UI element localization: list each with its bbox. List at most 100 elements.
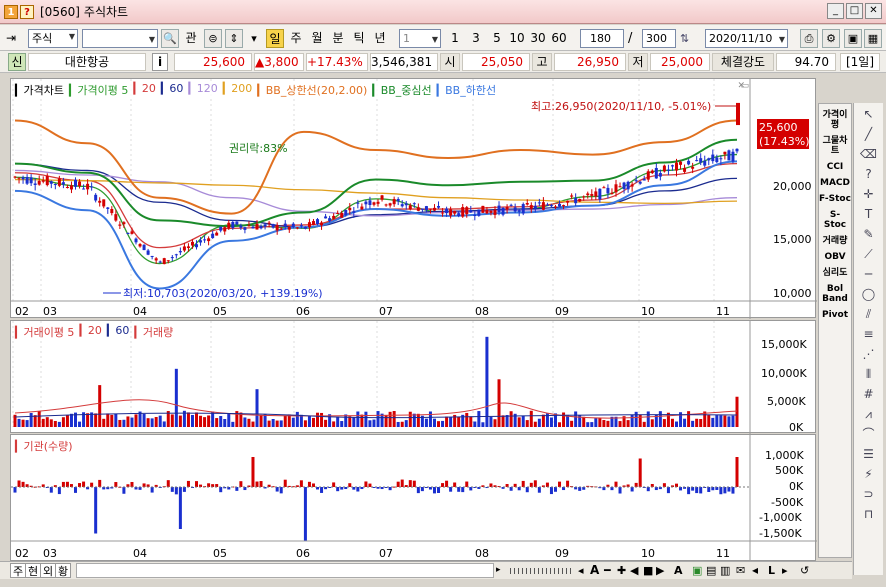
tab-foreign[interactable]: 외 — [40, 563, 57, 578]
tool-slow-stoch[interactable]: S-Stoc — [819, 210, 851, 230]
interval-60-button[interactable]: 60 — [550, 29, 568, 48]
interval-1-button[interactable]: 1 — [448, 29, 462, 48]
tool-grid-chart[interactable]: 그물차트 — [819, 136, 851, 156]
gann-fan-icon[interactable]: ⋰ — [858, 345, 880, 363]
fibonacci-icon[interactable]: ≡ — [858, 325, 880, 343]
legend-item[interactable]: ▎가격차트 — [15, 82, 64, 98]
legend-item[interactable]: ▎기관(수량) — [15, 440, 73, 453]
text-icon[interactable]: T — [858, 205, 880, 223]
zoom-in-icon[interactable]: ✚ — [617, 563, 626, 578]
legend-item[interactable]: ▎20 — [133, 82, 155, 98]
reset-icon[interactable]: ↺ — [800, 563, 809, 578]
eraser-icon[interactable]: ⌫ — [858, 145, 880, 163]
last-icon[interactable]: L — [768, 563, 775, 578]
date-select[interactable]: 2020/11/10 — [705, 29, 788, 48]
legend-item[interactable]: ▎60 — [107, 324, 129, 340]
minimize-button[interactable]: _ — [827, 3, 844, 19]
zoom-out-icon[interactable]: ━ — [604, 563, 611, 578]
period-tick-button[interactable]: 틱 — [351, 29, 367, 48]
period-month-button[interactable]: 월 — [309, 29, 325, 48]
stock-info-button[interactable]: i — [152, 53, 168, 71]
tab-current[interactable]: 현 — [25, 563, 42, 578]
line-icon[interactable]: ⟋ — [858, 245, 880, 263]
interval-5-button[interactable]: 5 — [490, 29, 504, 48]
auto-icon[interactable]: ⚡ — [858, 465, 880, 483]
window-number-badge[interactable]: 1 — [4, 4, 18, 19]
bars-icon[interactable]: ☰ — [858, 445, 880, 463]
interval-select[interactable]: 1 — [399, 29, 441, 48]
stop-icon[interactable]: ■ — [643, 563, 653, 578]
interval-10-button[interactable]: 10 — [508, 29, 526, 48]
prev-next-stepper[interactable]: ⇕ — [225, 29, 243, 48]
settings-icon[interactable]: ⚙ — [822, 29, 840, 48]
legend-item[interactable]: ▎BB_중심선 — [372, 82, 431, 98]
zoom-text-icon[interactable]: A — [590, 563, 599, 578]
first-page-icon[interactable]: ◂ — [752, 563, 758, 578]
prev-icon[interactable]: ◀ — [630, 563, 638, 578]
price-chart-svg[interactable]: 20,000 15,000 10,000 25,600 (17.43%) 최고:… — [11, 79, 817, 319]
legend-item[interactable]: ▎BB_상한선(20,2.00) — [257, 82, 367, 98]
help-icon[interactable]: ? — [858, 165, 880, 183]
close-button[interactable]: ✕ — [865, 3, 882, 19]
price-chart-panel[interactable]: 20,000 15,000 10,000 25,600 (17.43%) 최고:… — [10, 78, 817, 319]
tool-psychology[interactable]: 심리도 — [819, 268, 851, 278]
crosshair-icon[interactable]: ✛ — [858, 185, 880, 203]
excel-icon[interactable]: ▣ — [692, 563, 702, 578]
lock-icon[interactable]: ⊓ — [858, 505, 880, 523]
search-icon[interactable]: 🔍 — [161, 29, 179, 48]
interval-30-button[interactable]: 30 — [529, 29, 547, 48]
tool-pivot[interactable]: Pivot — [819, 310, 851, 320]
tool-bollinger[interactable]: Bol Band — [819, 284, 851, 304]
layout-icon[interactable]: ▦ — [864, 29, 882, 48]
legend-item[interactable]: ▎BB_하한선 — [437, 82, 496, 98]
channel-icon[interactable]: ⫽ — [858, 305, 880, 323]
tool-cci[interactable]: CCI — [819, 162, 851, 172]
tool-fast-stoch[interactable]: F-Stoc — [819, 194, 851, 204]
link-icon[interactable]: ⇥ — [6, 29, 24, 48]
pen-icon[interactable]: ✎ — [858, 225, 880, 243]
trendline-icon[interactable]: ╱ — [858, 125, 880, 143]
institution-chart-panel[interactable]: 1,000K 500K 0K -500K -1,000K -1,500K 02 0… — [10, 434, 817, 562]
maximize-button[interactable]: □ — [846, 3, 863, 19]
horizontal-scrollbar[interactable] — [76, 563, 494, 578]
arc-icon[interactable]: ⌒ — [858, 425, 880, 443]
dropdown-arrow-icon[interactable]: ▾ — [246, 29, 262, 48]
period-day-button[interactable]: 일 — [266, 29, 284, 48]
period-minute-button[interactable]: 분 — [330, 29, 346, 48]
legend-item[interactable]: ▎거래이평 5 — [15, 324, 74, 340]
scroll-left-icon[interactable]: ◂ — [578, 563, 584, 578]
cursor-icon[interactable]: ↖ — [858, 105, 880, 123]
scroll-right-icon[interactable]: ▸ — [496, 563, 506, 578]
legend-item[interactable]: ▎200 — [223, 82, 252, 98]
panel-close-icon[interactable]: ✕ — [737, 81, 745, 91]
stock-code-input[interactable]: 003490 — [82, 29, 158, 48]
copy-icon[interactable]: ▥ — [720, 563, 730, 578]
period-week-button[interactable]: 주 — [288, 29, 304, 48]
legend-item[interactable]: ▎가격이평 5 — [69, 82, 128, 98]
favorites-icon[interactable]: ⊜ — [204, 29, 222, 48]
grid-icon[interactable]: # — [858, 385, 880, 403]
speed-line-icon[interactable]: ⩘ — [858, 405, 880, 423]
zoom-slider[interactable] — [510, 568, 572, 574]
total-count-input[interactable]: 300 — [642, 29, 676, 48]
legend-item[interactable]: ▎20 — [79, 324, 101, 340]
tool-obv[interactable]: OBV — [819, 252, 851, 262]
period-year-button[interactable]: 년 — [372, 29, 388, 48]
stock-search-button[interactable]: 관 — [181, 29, 201, 48]
next-icon[interactable]: ▶ — [656, 563, 664, 578]
magnet-icon[interactable]: ⊃ — [858, 485, 880, 503]
help-badge[interactable]: ? — [20, 4, 34, 19]
stock-name[interactable]: 대한항공 — [28, 53, 146, 71]
legend-item[interactable]: ▎120 — [188, 82, 217, 98]
print-icon[interactable]: ⎙ — [800, 29, 818, 48]
interval-3-button[interactable]: 3 — [469, 29, 483, 48]
apply-icon[interactable]: ⇅ — [680, 29, 696, 48]
end-icon[interactable]: ▸ — [782, 563, 788, 578]
save-image-icon[interactable]: ▤ — [706, 563, 716, 578]
legend-item[interactable]: ▎60 — [161, 82, 183, 98]
tool-volume[interactable]: 거래량 — [819, 236, 851, 246]
email-icon[interactable]: ✉ — [736, 563, 745, 578]
save-icon[interactable]: ▣ — [844, 29, 862, 48]
volume-chart-panel[interactable]: 15,000K 10,000K 5,000K 0K ▎거래이평 5 ▎20 ▎60 ▎… — [10, 320, 816, 434]
horizontal-line-icon[interactable]: ─ — [858, 265, 880, 283]
